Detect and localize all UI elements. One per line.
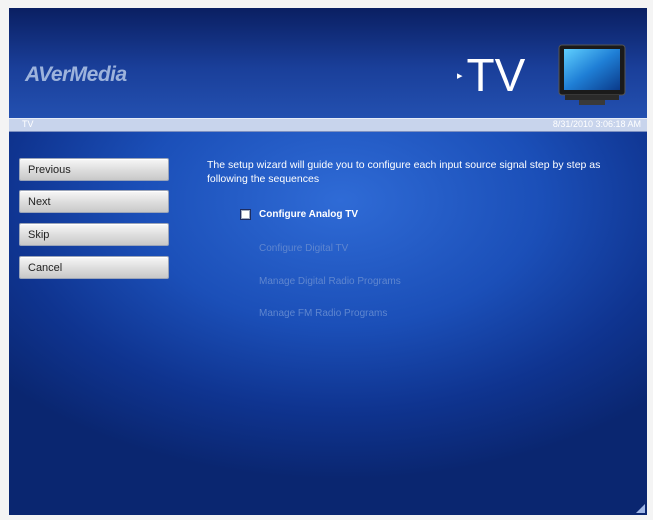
section-title: ▸ TV xyxy=(457,50,525,100)
wizard-instructions: The setup wizard will guide you to confi… xyxy=(207,159,601,185)
option-manage-fm-radio: Manage FM Radio Programs xyxy=(259,308,388,319)
next-button[interactable]: Next xyxy=(19,190,169,213)
status-bar xyxy=(9,118,647,132)
brand-logo: AVerMedia xyxy=(25,63,127,86)
option-configure-digital-tv: Configure Digital TV xyxy=(259,243,349,254)
previous-button[interactable]: Previous xyxy=(19,158,169,181)
option-manage-digital-radio: Manage Digital Radio Programs xyxy=(259,276,401,287)
cancel-button[interactable]: Cancel xyxy=(19,256,169,279)
status-datetime: 8/31/2010 3:06:18 AM xyxy=(552,119,641,129)
header-banner: AVerMedia ▸ TV xyxy=(9,8,647,118)
section-title-text: TV xyxy=(466,49,526,101)
app-window: AVerMedia ▸ TV TV 8/31/2010 3:06:18 AM P… xyxy=(9,8,647,515)
status-source-label: TV xyxy=(22,119,34,129)
tv-monitor-icon xyxy=(558,44,626,105)
option-configure-analog-tv[interactable]: Configure Analog TV xyxy=(259,209,358,220)
skip-button[interactable]: Skip xyxy=(19,223,169,246)
title-arrow-icon: ▸ xyxy=(457,69,463,82)
configure-analog-tv-checkbox[interactable] xyxy=(240,209,251,220)
resize-grip-icon[interactable] xyxy=(636,504,645,513)
